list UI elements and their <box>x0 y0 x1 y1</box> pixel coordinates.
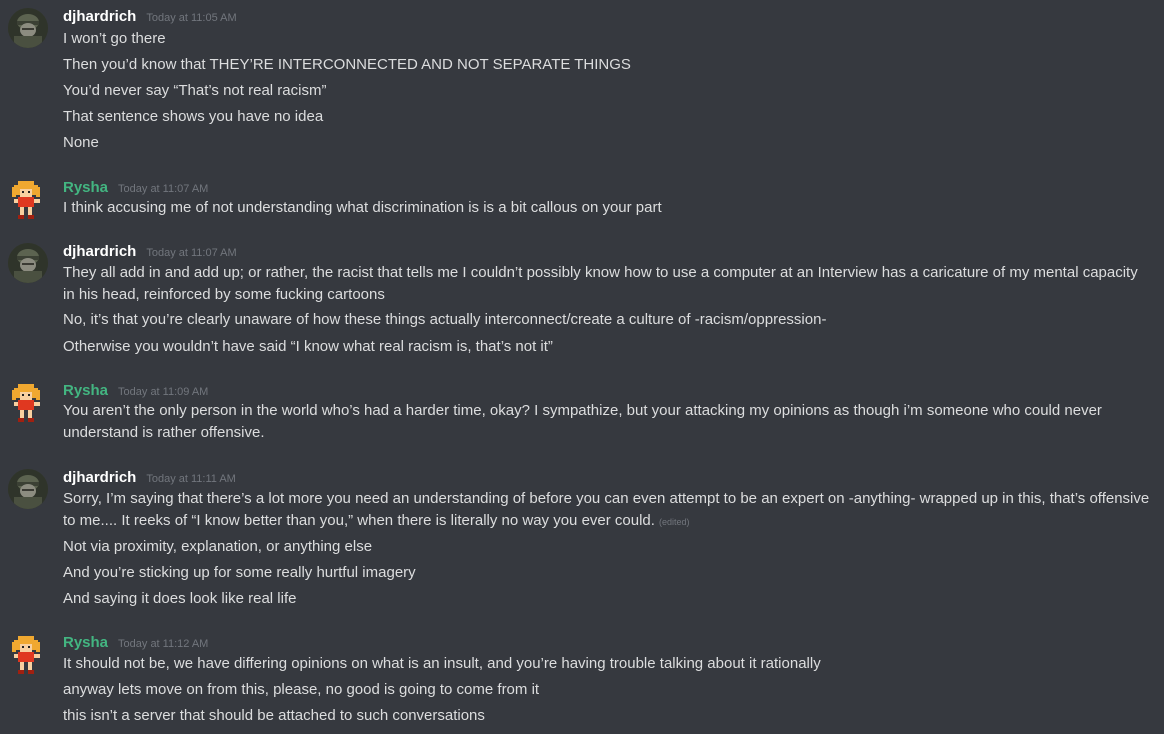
username[interactable]: djhardrich <box>63 8 136 25</box>
avatar[interactable] <box>8 8 48 48</box>
timestamp: Today at 11:12 AM <box>118 638 209 650</box>
message-text: It should not be, we have differing opin… <box>63 655 821 672</box>
timestamp: Today at 11:11 AM <box>146 473 236 485</box>
message-text: anyway lets move on from this, please, n… <box>63 681 540 698</box>
soldier-avatar-icon <box>8 243 48 283</box>
username[interactable]: Rysha <box>63 179 108 196</box>
message-text: Sorry, I’m saying that there’s a lot mor… <box>63 488 1153 533</box>
username[interactable]: djhardrich <box>63 469 136 486</box>
message-text: No, it’s that you’re clearly unaware of … <box>63 311 827 328</box>
timestamp: Today at 11:09 AM <box>118 386 209 398</box>
edited-label: (edited) <box>658 517 690 527</box>
username[interactable]: djhardrich <box>63 243 136 260</box>
avatar[interactable] <box>8 243 48 283</box>
message-text: None <box>63 134 99 151</box>
avatar[interactable] <box>8 382 48 422</box>
message-header: djhardrich Today at 11:07 AM <box>63 243 237 263</box>
message-text: They all add in and add up; or rather, t… <box>63 264 1138 303</box>
chat-messages: djhardrich Today at 11:05 AM I won’t go … <box>0 0 1164 734</box>
timestamp: Today at 11:07 AM <box>118 183 209 195</box>
message-text: That sentence shows you have no idea <box>63 108 324 125</box>
avatar[interactable] <box>8 469 48 509</box>
message-text: this isn’t a server that should be attac… <box>63 707 485 724</box>
pixel-girl-avatar-icon <box>12 181 40 219</box>
message-header: djhardrich Today at 11:05 AM <box>63 8 237 28</box>
message-text: Then you’d know that THEY’RE INTERCONNEC… <box>63 56 631 73</box>
message-text: And you’re sticking up for some really h… <box>63 564 416 581</box>
soldier-avatar-icon <box>8 469 48 509</box>
message-text-content: Sorry, I’m saying that there’s a lot mor… <box>63 490 1150 529</box>
message-text: I think accusing me of not understanding… <box>63 199 662 216</box>
message-text: I won’t go there <box>63 30 166 47</box>
message-header: Rysha Today at 11:09 AM <box>63 382 208 402</box>
message-header: Rysha Today at 11:12 AM <box>63 634 208 654</box>
soldier-avatar-icon <box>8 8 48 48</box>
message-text: And saying it does look like real life <box>63 590 297 607</box>
username[interactable]: Rysha <box>63 634 108 651</box>
timestamp: Today at 11:05 AM <box>146 12 237 24</box>
avatar[interactable] <box>8 179 48 219</box>
message-text: Otherwise you wouldn’t have said “I know… <box>63 338 553 355</box>
username[interactable]: Rysha <box>63 382 108 399</box>
pixel-girl-avatar-icon <box>12 636 40 674</box>
message-text: You’d never say “That’s not real racism” <box>63 82 327 99</box>
message-header: djhardrich Today at 11:11 AM <box>63 469 236 489</box>
message-header: Rysha Today at 11:07 AM <box>63 179 208 199</box>
message-text: Not via proximity, explanation, or anyth… <box>63 538 373 555</box>
pixel-girl-avatar-icon <box>12 384 40 422</box>
avatar[interactable] <box>8 634 48 674</box>
timestamp: Today at 11:07 AM <box>146 247 237 259</box>
message-text: You aren’t the only person in the world … <box>63 402 1102 441</box>
